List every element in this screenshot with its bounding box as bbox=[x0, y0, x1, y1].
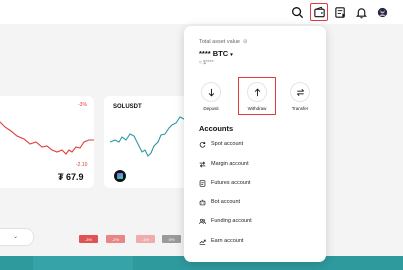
deposit-button[interactable]: Deposit bbox=[194, 82, 228, 111]
bot-icon bbox=[199, 199, 206, 205]
search-icon[interactable] bbox=[289, 4, 305, 20]
futures-account-item[interactable]: Futures account bbox=[199, 178, 250, 188]
heatmap-chip[interactable]: 0% bbox=[162, 235, 181, 243]
arrow-up-icon bbox=[247, 82, 267, 102]
heatmap-chip[interactable]: -3% bbox=[79, 235, 98, 243]
swap-icon bbox=[199, 160, 206, 168]
accounts-heading: Accounts bbox=[199, 124, 234, 133]
last-price: ₮ 67.9 bbox=[58, 172, 84, 182]
change-percent: -3% bbox=[78, 102, 87, 108]
total-asset-label: Total asset value ⊘ bbox=[199, 39, 248, 45]
heatmap-segment[interactable] bbox=[0, 256, 32, 270]
arrow-down-icon bbox=[201, 82, 221, 102]
orders-icon[interactable] bbox=[332, 4, 348, 20]
heatmap-chip[interactable]: -2% bbox=[106, 235, 125, 243]
transfer-button[interactable]: Transfer bbox=[283, 82, 317, 111]
usd-amount: ≈ $**** bbox=[199, 60, 214, 66]
earn-icon bbox=[199, 239, 206, 245]
bot-account-item[interactable]: Bot account bbox=[199, 197, 240, 207]
withdraw-label: Withdraw bbox=[247, 106, 267, 111]
top-bar bbox=[0, 0, 403, 24]
refresh-icon bbox=[199, 141, 206, 148]
earn-account-item[interactable]: Earn account bbox=[199, 236, 243, 246]
funding-account-item[interactable]: Funding account bbox=[199, 216, 252, 226]
deposit-label: Deposit bbox=[203, 106, 219, 111]
heatmap-chip[interactable]: -1% bbox=[136, 235, 155, 243]
market-card[interactable]: -3% -2.10 ₮ 67.9 bbox=[0, 96, 94, 188]
btc-amount[interactable]: **** BTC ▾ bbox=[199, 49, 233, 58]
futures-account-label: Futures account bbox=[211, 180, 251, 186]
bot-account-label: Bot account bbox=[211, 199, 241, 205]
eye-icon[interactable]: ⊘ bbox=[243, 39, 248, 45]
document-icon bbox=[199, 179, 206, 187]
wallet-icon[interactable] bbox=[310, 3, 328, 21]
assets-dropdown: Total asset value ⊘ **** BTC ▾ ≈ $**** De… bbox=[184, 26, 326, 262]
margin-account-label: Margin account bbox=[211, 161, 249, 167]
filter-select[interactable]: ⌄ bbox=[0, 228, 34, 246]
transfer-label: Transfer bbox=[291, 106, 309, 111]
spot-account-label: Spot account bbox=[211, 141, 244, 147]
bell-icon[interactable] bbox=[353, 4, 369, 20]
caret-down-icon[interactable]: ▾ bbox=[230, 52, 233, 58]
symbol-label: SOLUSDT bbox=[113, 104, 142, 110]
funding-account-label: Funding account bbox=[211, 218, 252, 224]
spot-account-item[interactable]: Spot account bbox=[199, 139, 243, 149]
heatmap-segment[interactable] bbox=[33, 256, 133, 270]
earn-account-label: Earn account bbox=[211, 238, 244, 244]
withdraw-button[interactable]: Withdraw bbox=[238, 77, 276, 115]
sol-logo-icon bbox=[114, 170, 126, 182]
transfer-icon bbox=[290, 82, 310, 102]
market-card-solusdt[interactable]: SOLUSDT bbox=[104, 96, 188, 188]
margin-account-item[interactable]: Margin account bbox=[199, 159, 249, 169]
users-icon bbox=[199, 218, 206, 224]
change-value: -2.10 bbox=[76, 162, 88, 168]
chevron-down-icon: ⌄ bbox=[13, 234, 19, 240]
avatar-icon[interactable] bbox=[374, 4, 390, 20]
sparkline-chart bbox=[0, 121, 94, 155]
sparkline-chart bbox=[110, 112, 188, 157]
